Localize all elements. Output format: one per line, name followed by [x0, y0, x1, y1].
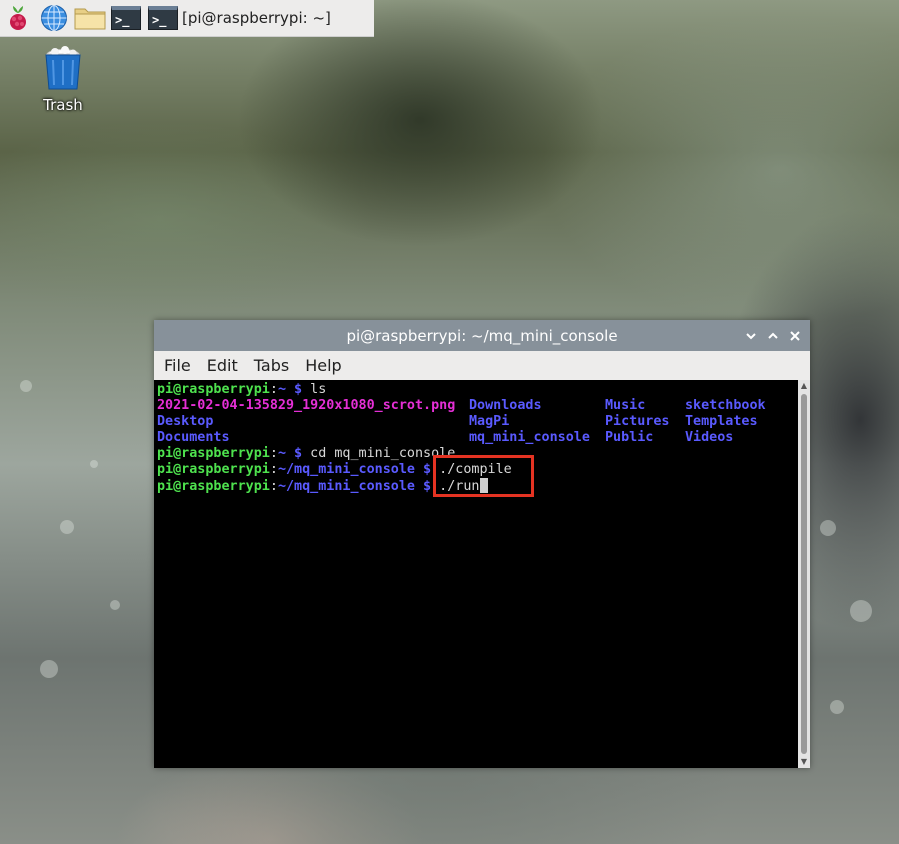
task-label: [pi@raspberrypi: ~] [182, 9, 331, 27]
prompt-dir: ~/mq_mini_console $ [277, 479, 432, 494]
file-manager-button[interactable] [72, 0, 108, 36]
prompt-user: pi@raspberrypi [157, 462, 270, 477]
ls-entry: Desktop [157, 414, 214, 429]
command-text: ls [302, 382, 327, 397]
ls-entry: Pictures [605, 414, 670, 429]
terminal-icon: >_ [148, 6, 178, 30]
minimize-button[interactable] [740, 325, 762, 347]
prompt-path: : [269, 382, 278, 397]
globe-icon [41, 5, 67, 31]
prompt-user: pi@raspberrypi [157, 382, 270, 397]
ls-output-row: Documents mq_mini_console Public Videos [157, 430, 798, 446]
ls-entry: sketchbook [685, 398, 766, 413]
ls-output-row: Desktop MagPi Pictures Templates [157, 414, 798, 430]
ls-entry: Templates [685, 414, 758, 429]
window-title: pi@raspberrypi: ~/mq_mini_console [346, 326, 618, 345]
menu-bar: File Edit Tabs Help [154, 351, 810, 380]
folder-icon [74, 8, 106, 30]
desktop-trash[interactable]: Trash [32, 44, 94, 114]
ls-entry: mq_mini_console [469, 430, 590, 445]
ls-entry: Videos [685, 430, 734, 445]
terminal-output[interactable]: pi@raspberrypi:~ $ ls 2021-02-04-135829_… [154, 380, 798, 768]
maximize-button[interactable] [762, 325, 784, 347]
scrollbar[interactable]: ▲ ▼ [798, 380, 810, 768]
menu-edit[interactable]: Edit [199, 356, 246, 375]
close-button[interactable] [784, 325, 806, 347]
prompt-dir: ~/mq_mini_console $ [277, 462, 432, 477]
scroll-up-icon[interactable]: ▲ [798, 380, 810, 392]
terminal-line: pi@raspberrypi:~ $ ls [157, 382, 798, 398]
prompt-colon: : [269, 479, 278, 494]
prompt-dir: ~ $ [277, 382, 303, 397]
trash-icon [45, 46, 81, 90]
raspberry-menu-button[interactable] [0, 0, 36, 36]
minimize-icon [746, 332, 756, 339]
trash-label: Trash [43, 96, 83, 114]
taskbar-terminal-task[interactable]: >_ [pi@raspberrypi: ~] [148, 3, 339, 33]
prompt-colon: : [269, 446, 278, 461]
maximize-icon [768, 332, 778, 339]
scrollbar-thumb[interactable] [801, 394, 807, 754]
ls-entry: 2021-02-04-135829_1920x1080_scrot.png [157, 398, 456, 413]
scroll-down-icon[interactable]: ▼ [798, 756, 810, 768]
terminal-icon: >_ [111, 6, 141, 30]
prompt-colon: : [269, 462, 278, 477]
ls-entry: Public [605, 430, 654, 445]
ls-output-row: 2021-02-04-135829_1920x1080_scrot.png Dow… [157, 398, 798, 414]
prompt-user: pi@raspberrypi [157, 446, 270, 461]
ls-entry: Downloads [469, 398, 542, 413]
window-titlebar[interactable]: pi@raspberrypi: ~/mq_mini_console [154, 320, 810, 351]
raspberry-icon [10, 6, 26, 30]
menu-file[interactable]: File [156, 356, 199, 375]
taskbar: >_ >_ [pi@raspberrypi: ~] [0, 0, 374, 37]
ls-entry: MagPi [469, 414, 510, 429]
menu-help[interactable]: Help [297, 356, 349, 375]
terminal-window: pi@raspberrypi: ~/mq_mini_console File E… [154, 320, 810, 768]
terminal-launcher-button[interactable]: >_ [108, 0, 144, 36]
web-browser-button[interactable] [36, 0, 72, 36]
highlight-box [433, 455, 534, 497]
menu-tabs[interactable]: Tabs [246, 356, 297, 375]
ls-entry: Documents [157, 430, 230, 445]
close-icon [790, 330, 800, 341]
prompt-dir: ~ $ [277, 446, 303, 461]
ls-entry: Music [605, 398, 646, 413]
prompt-user: pi@raspberrypi [157, 479, 270, 494]
